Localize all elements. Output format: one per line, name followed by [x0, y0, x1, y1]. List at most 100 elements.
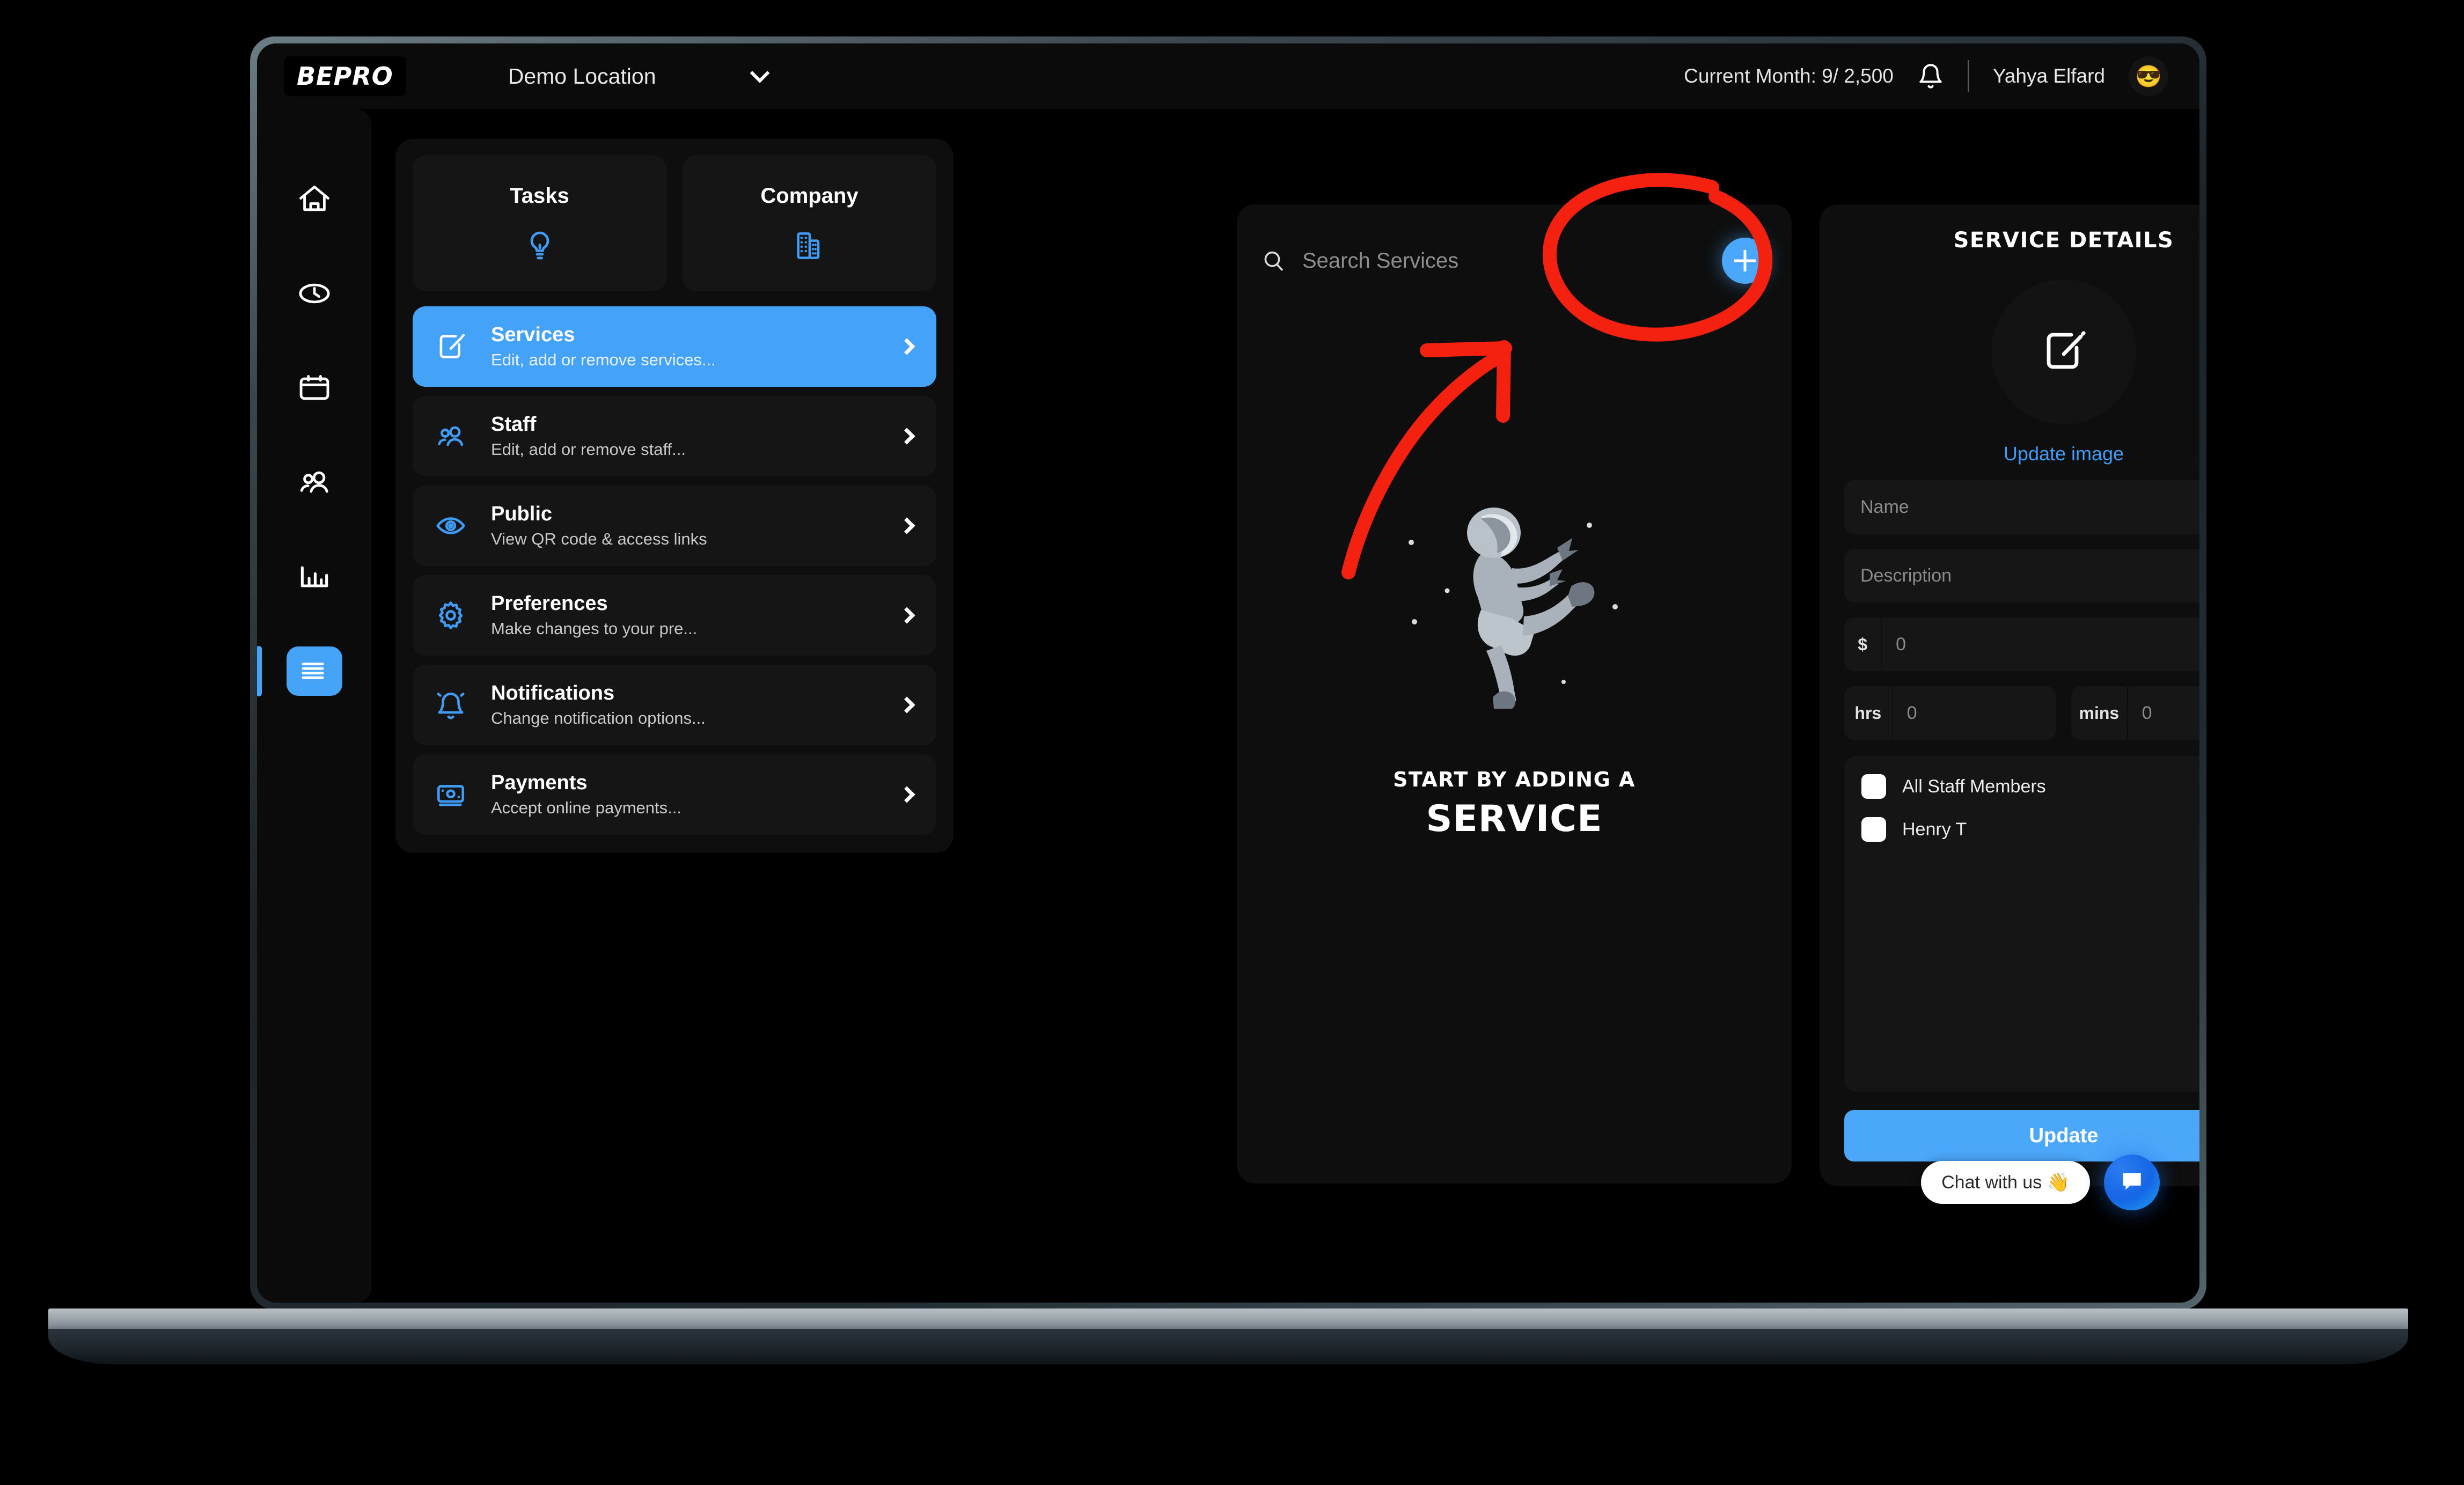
staff-label: All Staff Members	[1902, 776, 2046, 797]
user-name: Yahya Elfard	[1992, 65, 2105, 87]
chevron-right-icon	[898, 786, 915, 803]
menu-item-text: Staff Edit, add or remove staff...	[491, 413, 686, 459]
app-logo: BEPRO	[284, 56, 406, 96]
menu-item-title: Notifications	[491, 682, 615, 704]
bell-icon[interactable]	[1917, 61, 1944, 91]
list-menu-icon	[296, 653, 333, 689]
menu-item-subtitle: Make changes to your pre...	[491, 619, 698, 638]
staff-label: Henry T	[1902, 819, 1967, 840]
menu-item-text: Payments Accept online payments...	[491, 771, 681, 818]
hours-input[interactable]	[1893, 702, 2056, 724]
menu-item-text: Notifications Change notification option…	[491, 682, 706, 728]
laptop-base-bar	[48, 1308, 2408, 1329]
people-icon	[434, 420, 467, 453]
chevron-right-icon	[898, 696, 915, 714]
chat-bubble-icon	[2118, 1168, 2145, 1197]
menu-item-title: Payments	[491, 771, 588, 794]
laptop-screen: BEPRO Demo Location Current Month: 9/ 2,…	[257, 43, 2199, 1303]
building-icon	[793, 229, 827, 263]
menu-item-title: Preferences	[491, 592, 608, 615]
laptop-base-body	[48, 1329, 2408, 1364]
hours-field[interactable]: hrs	[1844, 686, 2056, 740]
minutes-label: mins	[2071, 686, 2128, 740]
rail-item-customers[interactable]	[257, 435, 371, 530]
menu-item-public[interactable]: Public View QR code & access links	[413, 486, 936, 566]
price-field[interactable]: $	[1844, 617, 2199, 671]
menu-item-text: Public View QR code & access links	[491, 503, 707, 549]
segment-row: Tasks Company	[413, 155, 936, 291]
top-bar-right: Current Month: 9/ 2,500 Yahya Elfard 😎	[1684, 56, 2168, 96]
menu-item-text: Services Edit, add or remove services...	[491, 324, 716, 370]
rail-item-home[interactable]	[257, 152, 371, 246]
calendar-icon	[296, 370, 333, 406]
price-input[interactable]	[1882, 634, 2199, 655]
avatar[interactable]: 😎	[2129, 56, 2168, 96]
rail-item-time[interactable]	[257, 246, 371, 341]
description-input[interactable]	[1860, 565, 2199, 586]
location-selector[interactable]: Demo Location	[508, 63, 769, 89]
location-name: Demo Location	[508, 63, 656, 89]
name-field[interactable]	[1844, 480, 2199, 534]
checkbox-henry-t[interactable]	[1861, 817, 1886, 842]
page-title: SERVICE DETAILS	[1953, 228, 2174, 253]
empty-state-line-2: SERVICE	[1426, 798, 1603, 840]
lightbulb-icon	[523, 229, 557, 263]
staff-checkbox-row[interactable]: Henry T	[1861, 817, 2199, 842]
settings-column: Tasks Company Services Edit, add or remo…	[395, 139, 954, 853]
services-search-row	[1237, 204, 1792, 317]
menu-item-payments[interactable]: Payments Accept online payments...	[413, 754, 936, 835]
chevron-right-icon	[898, 428, 915, 445]
edit-square-icon	[434, 330, 467, 363]
chat-prompt-pill[interactable]: Chat with us 👋	[1921, 1161, 2090, 1204]
rail-item-reports[interactable]	[257, 530, 371, 624]
update-button[interactable]: Update	[1844, 1110, 2199, 1161]
menu-item-title: Staff	[491, 413, 537, 436]
services-empty-state: START BY ADDING A SERVICE	[1237, 505, 1792, 840]
service-details-header: SERVICE DETAILS	[1844, 228, 2199, 253]
rail-item-calendar[interactable]	[257, 341, 371, 435]
add-service-button[interactable]	[1722, 238, 1768, 284]
rail-item-settings[interactable]	[257, 624, 371, 718]
chevron-right-icon	[898, 517, 915, 534]
segment-label: Company	[760, 183, 859, 208]
service-image-upload[interactable]	[1991, 280, 2136, 424]
top-bar: BEPRO Demo Location Current Month: 9/ 2,…	[257, 43, 2199, 109]
chevron-right-icon	[898, 338, 915, 355]
segment-card-tasks[interactable]: Tasks	[413, 155, 666, 291]
name-input[interactable]	[1860, 496, 2199, 518]
month-usage-counter: Current Month: 9/ 2,500	[1684, 65, 1894, 87]
empty-state-line-1: START BY ADDING A	[1393, 768, 1636, 791]
bell-ring-icon	[434, 688, 467, 722]
menu-item-staff[interactable]: Staff Edit, add or remove staff...	[413, 396, 936, 476]
segment-card-company[interactable]: Company	[683, 155, 936, 291]
minutes-input[interactable]	[2128, 702, 2199, 724]
astronaut-illustration	[1402, 505, 1627, 711]
menu-item-services[interactable]: Services Edit, add or remove services...	[413, 306, 936, 387]
update-image-link[interactable]: Update image	[1844, 443, 2199, 465]
menu-item-title: Services	[491, 324, 575, 346]
menu-item-subtitle: Edit, add or remove services...	[491, 350, 716, 369]
menu-item-subtitle: Edit, add or remove staff...	[491, 440, 686, 459]
menu-item-preferences[interactable]: Preferences Make changes to your pre...	[413, 575, 936, 656]
hours-label: hrs	[1844, 686, 1893, 740]
settings-menu-list: Services Edit, add or remove services...	[413, 306, 936, 835]
segment-label: Tasks	[510, 183, 569, 208]
active-rail-marker	[257, 646, 262, 696]
icon-rail	[257, 109, 371, 1303]
chevron-down-icon	[750, 63, 769, 83]
gear-icon	[434, 599, 467, 632]
description-field[interactable]	[1844, 549, 2199, 602]
chat-widget: Chat with us 👋	[1921, 1155, 2160, 1210]
eye-icon	[434, 509, 467, 542]
chat-launcher-button[interactable]	[2104, 1155, 2160, 1210]
minutes-field[interactable]: mins	[2071, 686, 2199, 740]
laptop-mockup: BEPRO Demo Location Current Month: 9/ 2,…	[48, 36, 2408, 1364]
checkbox-all-staff[interactable]	[1861, 774, 1886, 799]
search-icon	[1260, 248, 1286, 274]
menu-item-notifications[interactable]: Notifications Change notification option…	[413, 665, 936, 745]
search-input[interactable]	[1302, 248, 1722, 273]
clock-icon	[296, 275, 333, 312]
staff-checkbox-row[interactable]: All Staff Members	[1861, 774, 2199, 799]
service-details-panel: SERVICE DETAILS Update image Name Descri…	[1820, 204, 2199, 1186]
people-icon	[296, 464, 333, 501]
